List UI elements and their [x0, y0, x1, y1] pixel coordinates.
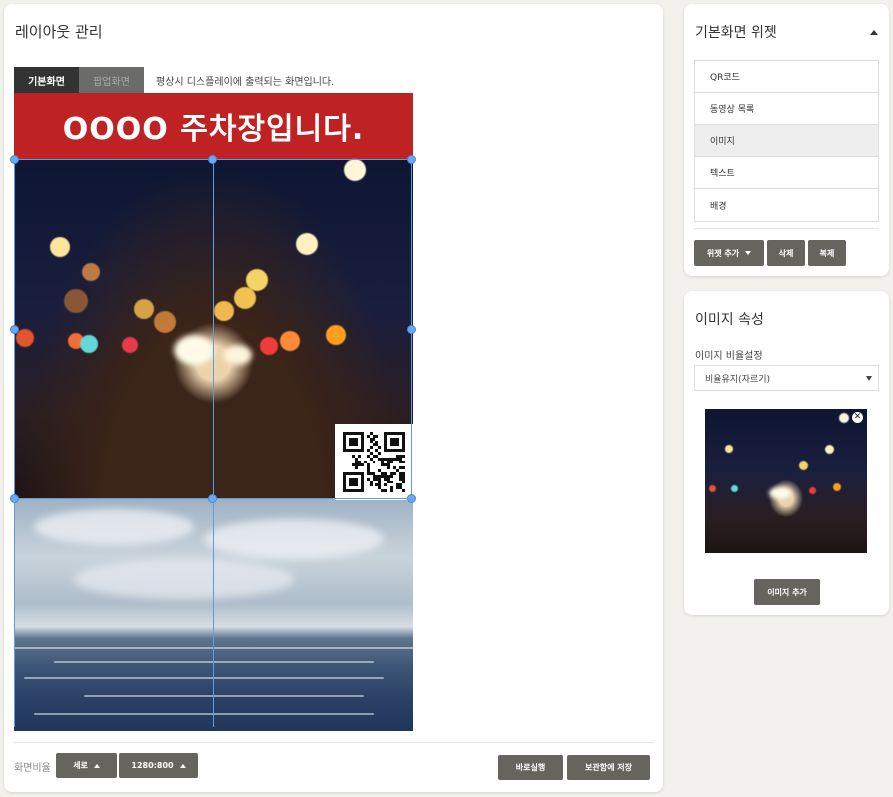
run-now-button[interactable]: 바로실행: [498, 755, 563, 780]
bokeh-light: [224, 345, 252, 365]
bokeh-light: [731, 485, 738, 492]
layout-panel: 레이아웃 관리 기본화면 팝업화면 평상시 디스플레이에 출력되는 화면입니다.…: [4, 4, 663, 792]
close-circle-icon[interactable]: ✕: [852, 412, 863, 423]
qr-code-widget[interactable]: [335, 424, 413, 500]
bokeh-light: [174, 335, 214, 365]
bokeh-light: [154, 311, 176, 333]
bokeh-light: [280, 331, 300, 351]
resize-handle[interactable]: [10, 155, 19, 164]
caret-up-icon: [179, 763, 186, 768]
widget-item-image[interactable]: 이미지: [695, 125, 878, 157]
image-properties-panel: 이미지 속성 이미지 비율설정 비율유지(자르기) ✕ 이미지 추가: [684, 291, 889, 615]
bokeh-light: [326, 325, 346, 345]
bokeh-light: [50, 237, 70, 257]
add-widget-button[interactable]: 위젯 추가: [694, 240, 764, 266]
wave-line: [34, 713, 374, 715]
bokeh-light: [260, 337, 278, 355]
screen-ratio-label: 화면비율: [14, 763, 51, 774]
wave-line: [24, 677, 384, 679]
widget-item-background[interactable]: 배경: [695, 189, 878, 221]
wave-line: [54, 661, 374, 663]
screen-tabs: 기본화면 팝업화면: [14, 67, 144, 93]
bokeh-light: [296, 233, 318, 255]
tab-default-screen[interactable]: 기본화면: [14, 67, 79, 93]
wave-line: [84, 695, 364, 697]
widget-list: QR코드 동영상 목록 이미지 텍스트 배경: [694, 60, 879, 222]
widgets-panel: 기본화면 위젯 QR코드 동영상 목록 이미지 텍스트 배경 위젯 추가 삭제 …: [684, 4, 889, 276]
selection-guide-center: [213, 155, 214, 727]
bokeh-light: [799, 461, 808, 470]
orientation-button-label: 세로: [73, 761, 88, 770]
cloud-shape: [204, 519, 384, 559]
image-thumbnail: ✕: [705, 409, 867, 553]
caret-down-icon: [745, 251, 752, 255]
bokeh-light: [769, 487, 791, 499]
selection-guide-left: [14, 155, 15, 727]
bokeh-light: [839, 413, 849, 423]
resize-handle[interactable]: [10, 494, 19, 503]
resize-handle[interactable]: [407, 325, 416, 334]
footer-divider: [14, 742, 654, 743]
save-to-storage-button[interactable]: 보관함에 저장: [567, 755, 650, 780]
banner-text: OOOO 주차장입니다.: [62, 112, 365, 147]
orientation-button[interactable]: 세로: [56, 753, 117, 778]
caret-up-icon[interactable]: [870, 30, 878, 35]
widgets-panel-title: 기본화면 위젯: [695, 25, 777, 41]
page-title: 레이아웃 관리: [15, 23, 103, 41]
image-ratio-value: 비율유지(자르기): [705, 374, 770, 385]
add-widget-label: 위젯 추가: [706, 248, 740, 258]
cloud-shape: [34, 509, 194, 545]
qr-module: [402, 489, 405, 492]
cloud-shape: [74, 559, 294, 599]
bokeh-light: [344, 159, 366, 181]
delete-widget-button[interactable]: 삭제: [767, 240, 805, 266]
bokeh-light: [16, 329, 34, 347]
bokeh-light: [64, 289, 88, 313]
resize-handle[interactable]: [10, 325, 19, 334]
bokeh-light: [709, 485, 716, 492]
bokeh-light: [122, 337, 138, 353]
bokeh-light: [809, 487, 816, 494]
bokeh-light: [134, 299, 154, 319]
resize-handle[interactable]: [407, 155, 416, 164]
tab-description: 평상시 디스플레이에 출력되는 화면입니다.: [156, 77, 335, 88]
text-widget-banner[interactable]: OOOO 주차장입니다.: [14, 93, 413, 159]
bokeh-light: [234, 287, 256, 309]
widget-item-qrcode[interactable]: QR코드: [695, 61, 878, 93]
caret-down-icon: [866, 376, 872, 381]
bokeh-light: [80, 335, 98, 353]
qr-code-icon: [343, 432, 405, 492]
bokeh-light: [82, 263, 100, 281]
duplicate-widget-button[interactable]: 복제: [808, 240, 846, 266]
tab-popup-screen[interactable]: 팝업화면: [79, 67, 144, 93]
widget-item-video-list[interactable]: 동영상 목록: [695, 93, 878, 125]
image-ratio-select[interactable]: 비율유지(자르기): [694, 365, 879, 391]
bokeh-light: [825, 445, 834, 454]
bokeh-light: [214, 301, 234, 321]
add-image-button[interactable]: 이미지 추가: [754, 579, 820, 605]
image-properties-title: 이미지 속성: [695, 312, 764, 328]
bokeh-light: [833, 483, 841, 491]
widget-item-text[interactable]: 텍스트: [695, 157, 878, 189]
resolution-button-label: 1280:800: [131, 761, 174, 770]
image-ratio-label: 이미지 비율설정: [695, 351, 763, 362]
caret-up-icon: [93, 763, 100, 768]
bokeh-light: [725, 445, 733, 453]
resize-handle[interactable]: [208, 155, 217, 164]
resize-handle[interactable]: [208, 494, 217, 503]
widgets-divider: [694, 228, 879, 229]
resize-handle[interactable]: [407, 494, 416, 503]
resolution-button[interactable]: 1280:800: [119, 753, 198, 778]
